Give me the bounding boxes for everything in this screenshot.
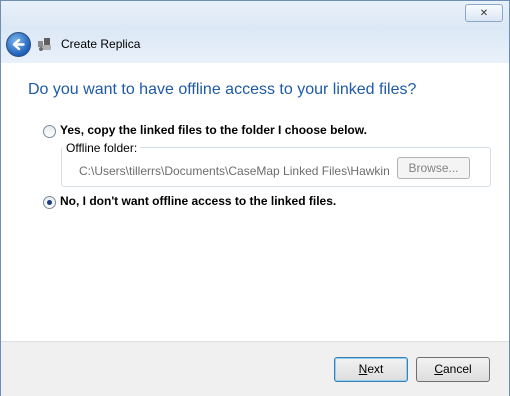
option-no-offline-label[interactable]: No, I don't want offline access to the l… xyxy=(60,194,336,208)
dialog-window: ✕ Create Replica Do you want to have off… xyxy=(0,0,510,396)
radio-no-offline[interactable] xyxy=(43,196,56,209)
back-button[interactable] xyxy=(6,32,31,57)
radio-copy-files[interactable] xyxy=(43,125,56,138)
close-icon: ✕ xyxy=(479,7,489,19)
option-copy-files-label[interactable]: Yes, copy the linked files to the folder… xyxy=(60,123,367,137)
page-question: Do you want to have offline access to yo… xyxy=(28,81,417,98)
wizard-header: Create Replica xyxy=(1,29,509,63)
title-bar: ✕ xyxy=(1,1,509,29)
wizard-footer: Next Cancel xyxy=(1,341,509,396)
cancel-button[interactable]: Cancel xyxy=(416,357,490,382)
wizard-title: Create Replica xyxy=(61,37,141,51)
back-arrow-icon xyxy=(12,38,25,51)
next-button[interactable]: Next xyxy=(334,357,408,382)
next-rest: ext xyxy=(367,362,384,376)
close-button[interactable]: ✕ xyxy=(465,4,503,22)
offline-folder-path: C:\Users\tillerrs\Documents\CaseMap Link… xyxy=(79,164,389,178)
cancel-rest: ancel xyxy=(442,362,472,376)
replica-icon xyxy=(38,38,51,51)
cancel-accel: C xyxy=(434,362,443,376)
offline-folder-legend: Offline folder: xyxy=(63,141,141,155)
wizard-content: Do you want to have offline access to yo… xyxy=(1,63,509,341)
browse-button: Browse... xyxy=(397,157,470,179)
